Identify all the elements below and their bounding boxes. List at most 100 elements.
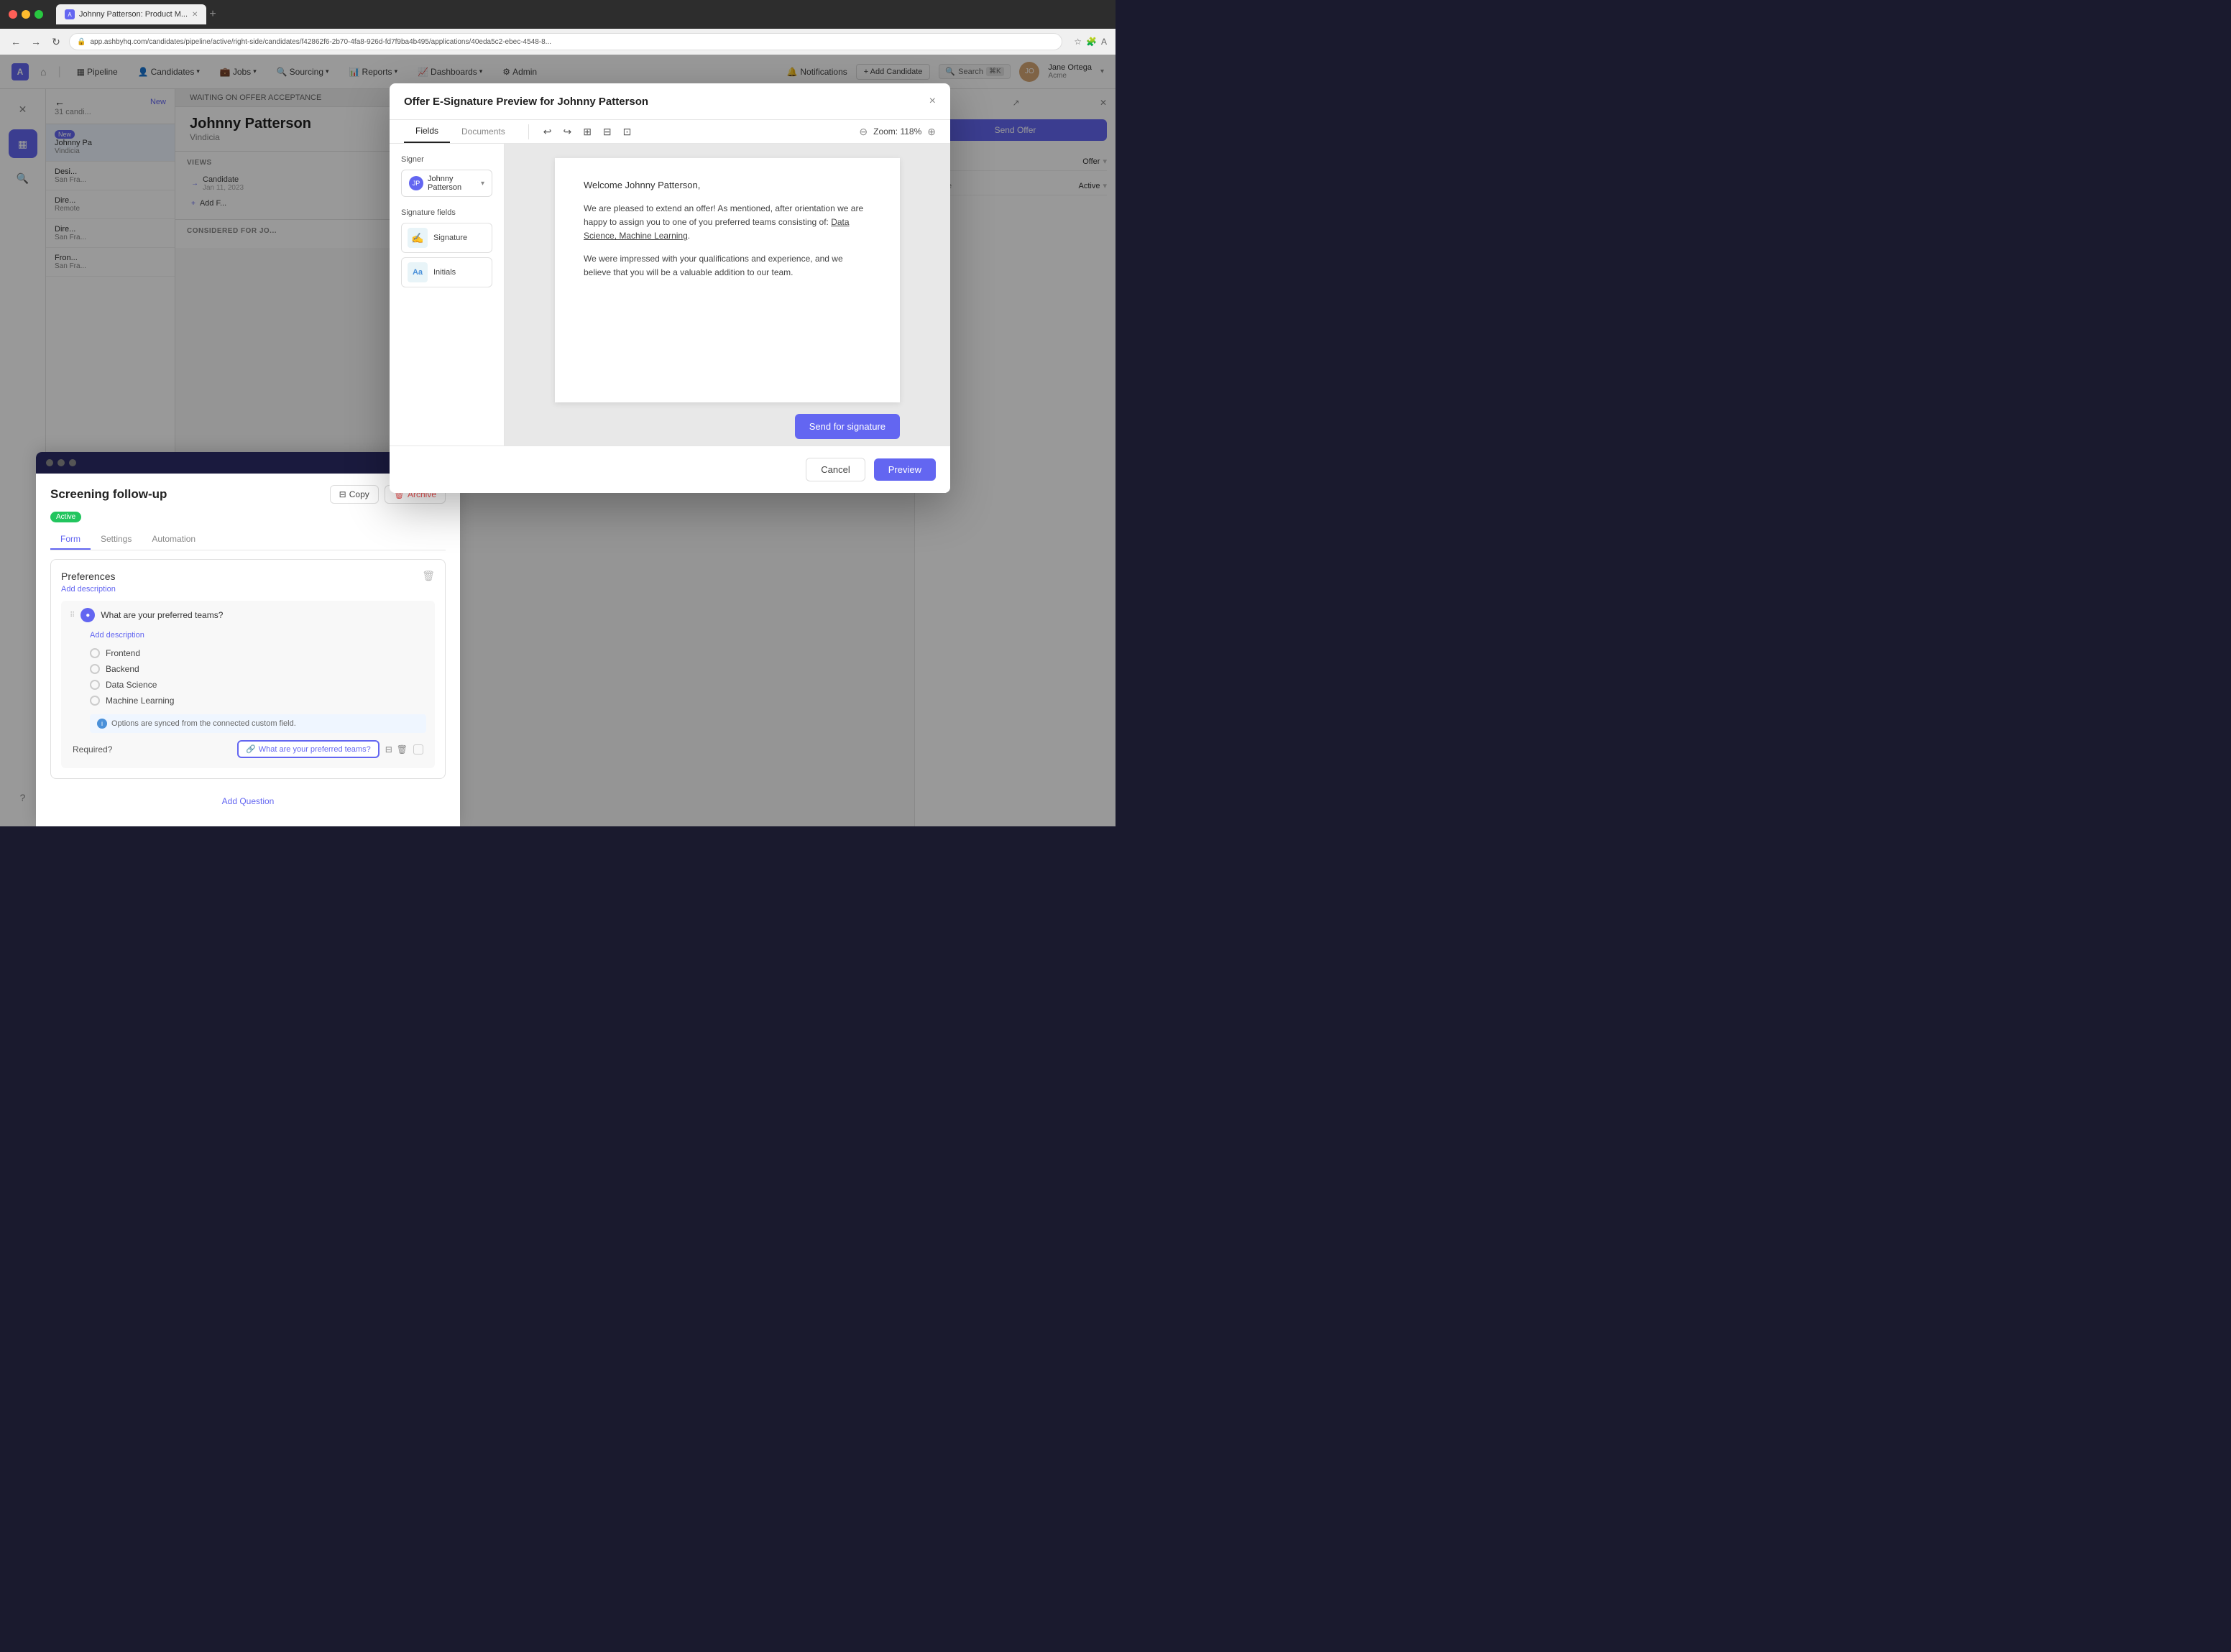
link-icon: 🔗	[246, 744, 256, 754]
form-tab-automation[interactable]: Automation	[142, 530, 206, 550]
browser-toolbar: ☆ 🧩 A	[1074, 37, 1107, 47]
signer-avatar: JP	[409, 176, 423, 190]
required-row: Required? 🔗 What are your preferred team…	[70, 733, 426, 761]
modal-right-panel: Welcome Johnny Patterson, We are pleased…	[505, 144, 950, 446]
radio-label-ml: Machine Learning	[106, 696, 174, 706]
modal-tab-fields[interactable]: Fields	[404, 120, 450, 143]
grid-btn[interactable]: ⊞	[580, 124, 594, 139]
table-btn[interactable]: ⊡	[620, 124, 635, 139]
form-title-row: Screening follow-up ⊟ Copy 🗑 Archive	[50, 485, 446, 504]
cancel-btn[interactable]: Cancel	[806, 458, 865, 481]
modal-footer: Cancel Preview	[390, 446, 950, 493]
url-text: app.ashbyhq.com/candidates/pipeline/acti…	[90, 38, 551, 46]
form-title: Screening follow-up	[50, 487, 167, 502]
signature-field-item[interactable]: ✍ Signature	[401, 223, 492, 253]
required-actions: 🔗 What are your preferred teams? ⊟ 🗑	[237, 740, 423, 758]
copy-field-btn[interactable]: ⊟	[385, 744, 392, 755]
lock-icon: 🔒	[77, 38, 86, 46]
bookmark-icon[interactable]: ☆	[1074, 37, 1082, 47]
info-icon: i	[97, 719, 107, 729]
zoom-in-btn[interactable]: ⊕	[927, 126, 936, 138]
signer-dropdown-icon: ▾	[481, 180, 484, 188]
radio-datascience[interactable]	[90, 680, 100, 690]
profile-icon[interactable]: A	[1101, 37, 1107, 47]
forward-btn[interactable]: →	[29, 36, 43, 47]
traffic-lights	[9, 10, 43, 19]
refresh-btn[interactable]: ↻	[49, 36, 63, 48]
drag-handle[interactable]: ⠿	[70, 612, 75, 619]
form-tab-form[interactable]: Form	[50, 530, 91, 550]
tab-title: Johnny Patterson: Product M...	[79, 10, 188, 19]
offer-signature-modal: Offer E-Signature Preview for Johnny Pat…	[390, 83, 950, 493]
browser-chrome: A Johnny Patterson: Product M... ✕ +	[0, 0, 1116, 29]
fullscreen-window-btn[interactable]	[34, 10, 43, 19]
modal-tab-documents[interactable]: Documents	[450, 121, 517, 142]
delete-section-btn[interactable]: 🗑	[422, 570, 435, 582]
radio-frontend[interactable]	[90, 648, 100, 658]
redo-btn[interactable]: ↪	[560, 124, 574, 139]
new-tab-btn[interactable]: +	[209, 8, 216, 21]
add-question-area: Add Question	[50, 788, 446, 815]
doc-paragraph1: We are pleased to extend an offer! As me…	[584, 202, 871, 244]
close-window-btn[interactable]	[9, 10, 17, 19]
signature-field-label: Signature	[433, 234, 467, 242]
back-btn[interactable]: ←	[9, 36, 23, 47]
modal-toolbar: ↩ ↪ ⊞ ⊟ ⊡	[528, 124, 635, 139]
zoom-out-btn[interactable]: ⊖	[859, 126, 868, 138]
signer-label: Signer	[401, 155, 492, 164]
tab-favicon: A	[65, 9, 75, 19]
doc-paragraph2: We were impressed with your qualificatio…	[584, 252, 871, 280]
delete-field-btn[interactable]: 🗑	[397, 744, 408, 755]
pref-title-row: Preferences 🗑	[61, 570, 435, 582]
active-tab[interactable]: A Johnny Patterson: Product M... ✕	[56, 4, 206, 24]
send-for-signature-btn[interactable]: Send for signature	[795, 414, 900, 439]
modal-body: Signer JP Johnny Patterson ▾ Signature f…	[390, 144, 950, 446]
url-bar[interactable]: 🔒 app.ashbyhq.com/candidates/pipeline/ac…	[69, 33, 1062, 50]
modal-title: Offer E-Signature Preview for Johnny Pat…	[404, 96, 648, 108]
radio-option-datascience: Data Science	[90, 677, 426, 693]
form-tab-settings[interactable]: Settings	[91, 530, 142, 550]
radio-option-backend: Backend	[90, 661, 426, 677]
radio-ml[interactable]	[90, 696, 100, 706]
zoom-label: Zoom: 118%	[873, 126, 921, 137]
add-question-btn[interactable]: Add Question	[222, 796, 275, 806]
signer-select[interactable]: JP Johnny Patterson ▾	[401, 170, 492, 197]
radio-option-frontend: Frontend	[90, 645, 426, 661]
radio-label-datascience: Data Science	[106, 680, 157, 690]
initials-field-item[interactable]: Aa Initials	[401, 257, 492, 287]
initials-field-icon: Aa	[408, 262, 428, 282]
signer-name: Johnny Patterson	[428, 175, 477, 192]
copy-form-btn[interactable]: ⊟ Copy	[330, 485, 379, 504]
doc-page: Welcome Johnny Patterson, We are pleased…	[555, 158, 900, 402]
fp-dot-2	[58, 459, 65, 466]
tab-close-btn[interactable]: ✕	[192, 11, 198, 19]
question-header: ⠿ ● What are your preferred teams?	[70, 608, 426, 622]
preferences-section: Preferences 🗑 Add description ⠿ ● What a…	[50, 559, 446, 779]
radio-label-backend: Backend	[106, 664, 139, 674]
info-box: i Options are synced from the connected …	[90, 714, 426, 733]
tab-bar: A Johnny Patterson: Product M... ✕ +	[56, 4, 1107, 24]
modal-close-btn[interactable]: ×	[929, 95, 936, 108]
required-checkbox[interactable]	[413, 744, 423, 755]
field-tag[interactable]: 🔗 What are your preferred teams?	[237, 740, 380, 758]
required-label: Required?	[73, 744, 112, 755]
preview-btn[interactable]: Preview	[874, 458, 936, 481]
extensions-icon[interactable]: 🧩	[1086, 37, 1097, 47]
fp-dots	[46, 459, 76, 466]
question-block: ⠿ ● What are your preferred teams? Add d…	[61, 601, 435, 768]
add-desc-btn[interactable]: Add description	[61, 585, 435, 594]
minimize-window-btn[interactable]	[22, 10, 30, 19]
question-text: What are your preferred teams?	[101, 610, 223, 620]
radio-backend[interactable]	[90, 664, 100, 674]
add-desc-question-btn[interactable]: Add description	[90, 631, 144, 640]
app: A ⌂ | ▦ Pipeline 👤 Candidates ▾ 💼 Jobs ▾…	[0, 55, 1116, 826]
form-tabs: Form Settings Automation	[50, 530, 446, 550]
field-tag-actions: ⊟ 🗑	[385, 744, 408, 755]
modal-header: Offer E-Signature Preview for Johnny Pat…	[390, 83, 950, 120]
undo-btn[interactable]: ↩	[540, 124, 555, 139]
info-text: Options are synced from the connected cu…	[111, 719, 296, 728]
form-content: Screening follow-up ⊟ Copy 🗑 Archive Act…	[36, 474, 460, 826]
doc-greeting: Welcome Johnny Patterson,	[584, 180, 871, 190]
copy-btn[interactable]: ⊟	[600, 124, 615, 139]
modal-left-panel: Signer JP Johnny Patterson ▾ Signature f…	[390, 144, 505, 446]
